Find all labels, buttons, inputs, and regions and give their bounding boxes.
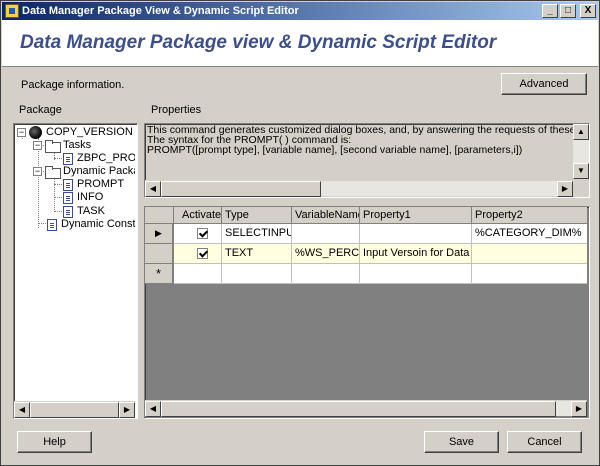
scroll-thumb[interactable]	[30, 402, 119, 418]
window-title: Data Manager Package View & Dynamic Scri…	[22, 5, 299, 17]
tree-horizontal-scrollbar[interactable]: ◀ ▶	[14, 401, 135, 418]
scroll-down-icon[interactable]: ▼	[573, 163, 589, 179]
new-row-cell[interactable]	[222, 264, 292, 284]
package-info-label: Package information.	[21, 79, 125, 91]
main-window: Data Manager Package View & Dynamic Scri…	[0, 0, 600, 466]
tree-node-label: PROMPT	[77, 178, 125, 190]
scroll-right-icon[interactable]: ▶	[557, 181, 573, 197]
folder-icon	[45, 166, 61, 179]
new-row-cell[interactable]	[174, 264, 222, 284]
column-header-type[interactable]: Type	[222, 207, 292, 224]
document-icon	[63, 178, 73, 191]
save-button[interactable]: Save	[424, 431, 499, 453]
tree-node-prompt[interactable]: PROMPT	[63, 178, 124, 191]
package-tree[interactable]: − COPY_VERSION − Tasks ZBPC_PROMPT − Dyn…	[13, 123, 138, 419]
package-label: Package	[19, 104, 62, 116]
properties-text: This command generates customized dialog…	[145, 124, 573, 156]
scroll-right-icon[interactable]: ▶	[119, 402, 135, 418]
window-controls: _ □ X	[542, 4, 596, 18]
property1-cell[interactable]	[360, 224, 472, 244]
activate-checkbox[interactable]	[197, 228, 208, 239]
variablename-cell[interactable]	[292, 224, 360, 244]
help-button[interactable]: Help	[17, 431, 92, 453]
scroll-left-icon[interactable]: ◀	[145, 401, 161, 417]
tree-node-label: ZBPC_PROMPT	[77, 152, 135, 164]
variablename-cell[interactable]: %WS_PERCT	[292, 244, 360, 264]
tree-node-copy-version[interactable]: − COPY_VERSION	[17, 126, 133, 139]
tree-node-label: Dynamic Constants	[61, 218, 135, 230]
column-header-property2[interactable]: Property2	[472, 207, 587, 224]
header-banner: Data Manager Package view & Dynamic Scri…	[2, 20, 598, 67]
row-header-new[interactable]: *	[145, 264, 173, 284]
app-icon	[5, 4, 19, 18]
type-cell[interactable]: TEXT	[222, 244, 292, 264]
close-button[interactable]: X	[580, 4, 596, 18]
scroll-right-icon[interactable]: ▶	[571, 401, 587, 417]
collapse-icon[interactable]: −	[17, 128, 26, 137]
collapse-icon[interactable]: −	[33, 141, 42, 150]
new-row-cell[interactable]	[472, 264, 587, 284]
properties-line: PROMPT([prompt type], [variable name], […	[147, 144, 523, 156]
type-cell[interactable]: SELECTINPUT	[222, 224, 292, 244]
document-icon	[47, 218, 57, 231]
maximize-button[interactable]: □	[560, 4, 576, 18]
tree-node-dynamic-constants[interactable]: Dynamic Constants	[47, 218, 135, 231]
scroll-left-icon[interactable]: ◀	[145, 181, 161, 197]
properties-horizontal-scrollbar[interactable]: ◀ ▶	[145, 180, 573, 197]
folder-icon	[45, 140, 61, 153]
tree-node-label: INFO	[77, 191, 104, 203]
grid-horizontal-scrollbar[interactable]: ◀ ▶	[145, 400, 587, 417]
document-icon	[63, 152, 73, 165]
collapse-icon[interactable]: −	[33, 167, 42, 176]
tree-node-label: TASK	[77, 205, 105, 217]
activate-cell[interactable]	[174, 224, 222, 244]
header-title: Data Manager Package view & Dynamic Scri…	[20, 32, 497, 53]
title-bar[interactable]: Data Manager Package View & Dynamic Scri…	[2, 2, 598, 20]
tree-node-zbpc-prompt[interactable]: ZBPC_PROMPT	[63, 152, 135, 165]
new-row-cell[interactable]	[360, 264, 472, 284]
tree-node-label: Dynamic Package	[63, 165, 135, 177]
property2-cell[interactable]	[472, 244, 587, 264]
row-header[interactable]	[145, 244, 173, 264]
tree-node-dynamic-package[interactable]: − Dynamic Package	[33, 165, 135, 179]
activate-cell[interactable]	[174, 244, 222, 264]
cancel-button[interactable]: Cancel	[507, 431, 582, 453]
activate-checkbox[interactable]	[197, 248, 208, 259]
new-row-cell[interactable]	[292, 264, 360, 284]
tree-node-tasks[interactable]: − Tasks	[33, 139, 92, 153]
tree-node-label: COPY_VERSION	[46, 126, 133, 138]
document-icon	[63, 205, 73, 218]
scroll-up-icon[interactable]: ▲	[573, 124, 589, 140]
properties-label: Properties	[151, 104, 202, 116]
document-icon	[63, 191, 73, 204]
property1-cell[interactable]: Input Versoin for Data loa	[360, 244, 472, 264]
property2-cell[interactable]: %CATEGORY_DIM%	[472, 224, 587, 244]
scroll-thumb[interactable]	[161, 401, 556, 417]
tree-node-task[interactable]: TASK	[63, 205, 105, 218]
grid-corner	[145, 207, 174, 224]
scroll-left-icon[interactable]: ◀	[14, 402, 30, 418]
tree-node-label: Tasks	[63, 139, 92, 151]
properties-textbox[interactable]: This command generates customized dialog…	[144, 123, 590, 198]
tree-node-info[interactable]: INFO	[63, 191, 103, 204]
scroll-thumb[interactable]	[161, 181, 321, 197]
advanced-button[interactable]: Advanced	[501, 73, 587, 95]
column-header-variablename[interactable]: VariableName	[292, 207, 360, 224]
column-header-activate[interactable]: Activate	[174, 207, 222, 224]
row-header-current[interactable]: ▶	[145, 224, 173, 244]
column-header-property1[interactable]: Property1	[360, 207, 472, 224]
package-icon	[29, 126, 42, 139]
minimize-button[interactable]: _	[542, 4, 558, 18]
script-grid[interactable]: Activate Type VariableName Property1 Pro…	[144, 206, 590, 419]
properties-vertical-scrollbar[interactable]: ▲ ▼	[573, 124, 589, 179]
